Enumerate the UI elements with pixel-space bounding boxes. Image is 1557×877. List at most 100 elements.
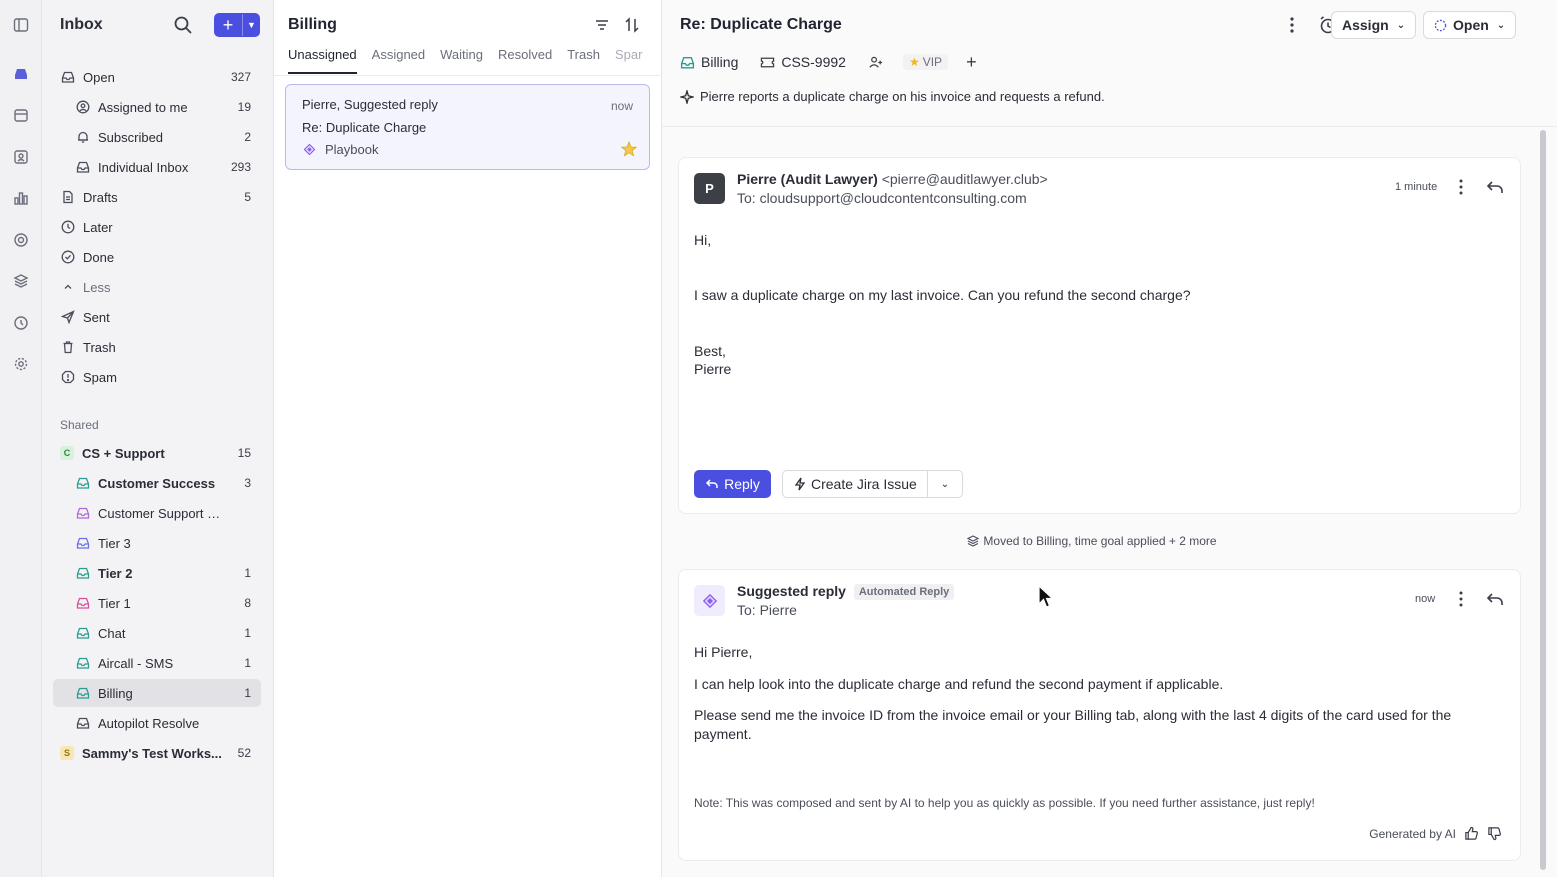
sidebar-item-tier-1[interactable]: Tier 1 8 — [53, 589, 261, 617]
sidebar-item-customer-support-webform[interactable]: Customer Support Webf... — [53, 499, 261, 527]
sidebar-item-sent[interactable]: Sent — [53, 303, 261, 331]
sort-icon[interactable] — [623, 16, 641, 34]
scrollbar[interactable] — [1540, 130, 1546, 870]
message-time: now — [1415, 593, 1436, 605]
add-tag-button[interactable]: + — [966, 52, 977, 73]
contacts-icon[interactable] — [11, 147, 31, 167]
more-options-icon[interactable] — [1284, 16, 1300, 34]
search-icon[interactable] — [173, 15, 193, 35]
calendar-icon[interactable] — [11, 105, 31, 125]
conversation-card[interactable]: Pierre, Suggested reply now Re: Duplicat… — [285, 84, 650, 170]
sidebar-item-less[interactable]: Less — [53, 273, 261, 301]
sidebar-item-spam[interactable]: Spam — [53, 363, 261, 391]
filter-icon[interactable] — [593, 16, 611, 34]
sidebar-item-count: 1 — [244, 686, 251, 700]
message-body-line: Hi, — [694, 232, 712, 248]
inbox-tray-icon — [680, 56, 695, 69]
history-icon[interactable] — [11, 313, 31, 333]
sidebar-item-assigned-to-me[interactable]: Assigned to me 19 — [53, 93, 261, 121]
sidebar-item-done[interactable]: Done — [53, 243, 261, 271]
bell-icon — [75, 129, 91, 145]
avatar: P — [694, 173, 725, 204]
sidebar-item-autopilot-resolve[interactable]: Autopilot Resolve — [53, 709, 261, 737]
meta-ticket[interactable]: CSS-9992 — [760, 54, 846, 70]
message-body-line: Pierre — [694, 361, 732, 377]
tab-resolved[interactable]: Resolved — [498, 47, 552, 74]
inbox-tray-icon — [75, 159, 91, 175]
create-jira-issue-main[interactable]: Create Jira Issue — [783, 471, 928, 497]
tab-trash[interactable]: Trash — [567, 47, 600, 74]
tab-spam[interactable]: Spar — [615, 47, 642, 74]
sender-name: Suggested reply — [737, 583, 846, 599]
sidebar-item-later[interactable]: Later — [53, 213, 261, 241]
layers-icon[interactable] — [11, 271, 31, 291]
sidebar-item-billing[interactable]: Billing 1 — [53, 679, 261, 707]
assign-button[interactable]: Assign ⌄ — [1331, 11, 1417, 39]
ticket-icon — [761, 57, 775, 67]
status-label: Open — [1453, 17, 1489, 33]
compose-button[interactable]: + ▼ — [214, 13, 260, 37]
activity-log[interactable]: Moved to Billing, time goal applied + 2 … — [662, 534, 1522, 548]
add-participant-button[interactable] — [868, 55, 889, 70]
mouse-cursor-icon — [1038, 585, 1054, 608]
sender-name: Pierre (Audit Lawyer) — [737, 171, 878, 187]
thumbs-up-icon[interactable] — [1464, 826, 1479, 841]
sidebar-item-trash[interactable]: Trash — [53, 333, 261, 361]
user-circle-icon — [75, 99, 91, 115]
chevron-down-icon[interactable]: ▼ — [242, 14, 260, 36]
sidebar-item-count: 1 — [244, 656, 251, 670]
divider — [274, 75, 662, 76]
star-icon[interactable] — [621, 141, 637, 157]
toggle-sidebar-icon[interactable] — [11, 15, 31, 35]
sidebar-item-tier-3[interactable]: Tier 3 — [53, 529, 261, 557]
sidebar-workspace-sammys-test[interactable]: S Sammy's Test Works... 52 — [53, 739, 261, 767]
reply-arrow-icon — [706, 479, 718, 488]
ai-summary: Pierre reports a duplicate charge on his… — [680, 89, 1105, 104]
thumbs-down-icon[interactable] — [1487, 826, 1502, 841]
sidebar-item-tier-2[interactable]: Tier 2 1 — [53, 559, 261, 587]
help-icon[interactable] — [11, 230, 31, 250]
sidebar-item-label: Customer Support Webf... — [98, 505, 227, 521]
settings-gear-icon[interactable] — [11, 354, 31, 374]
more-options-icon[interactable] — [1454, 590, 1468, 608]
sidebar-item-drafts[interactable]: Drafts 5 — [53, 183, 261, 211]
sidebar-item-open[interactable]: Open 327 — [53, 63, 261, 91]
divider — [662, 126, 1557, 127]
vip-tag[interactable]: ★ VIP — [902, 54, 949, 70]
meta-inbox[interactable]: Billing — [680, 54, 738, 70]
sidebar-item-label: Subscribed — [98, 129, 164, 145]
tab-unassigned[interactable]: Unassigned — [288, 47, 357, 74]
conversation-time: now — [610, 99, 633, 113]
tab-waiting[interactable]: Waiting — [440, 47, 483, 74]
check-circle-icon — [60, 249, 76, 265]
list-title: Billing — [288, 16, 337, 33]
reply-arrow-icon[interactable] — [1486, 178, 1504, 196]
sidebar-item-label: Sammy's Test Works... — [82, 745, 222, 761]
sidebar-item-aircall-sms[interactable]: Aircall - SMS 1 — [53, 649, 261, 677]
sidebar-item-label: Autopilot Resolve — [98, 715, 200, 731]
sidebar-item-label: Tier 2 — [98, 565, 133, 581]
status-open-button[interactable]: Open ⌄ — [1423, 11, 1517, 39]
sidebar-item-label: Sent — [83, 309, 110, 325]
conversation-detail: Re: Duplicate Charge Assign ⌄ Open ⌄ Bil… — [662, 0, 1557, 877]
sidebar-item-individual-inbox[interactable]: Individual Inbox 293 — [53, 153, 261, 181]
more-options-icon[interactable] — [1454, 178, 1468, 196]
sidebar-workspace-cs-support[interactable]: C CS + Support 15 — [53, 439, 261, 467]
sidebar-item-label: Aircall - SMS — [98, 655, 174, 671]
sidebar-item-chat[interactable]: Chat 1 — [53, 619, 261, 647]
chevron-down-icon[interactable]: ⌄ — [928, 479, 962, 490]
message-body-line: Please send me the invoice ID from the i… — [694, 707, 1452, 723]
app-window: Inbox + ▼ Open 327 Assigned to me 19 Sub… — [0, 0, 1557, 877]
layers-icon — [967, 535, 980, 547]
sidebar-item-customer-success[interactable]: Customer Success 3 — [53, 469, 261, 497]
reply-button[interactable]: Reply — [694, 470, 771, 498]
sidebar-item-subscribed[interactable]: Subscribed 2 — [53, 123, 261, 151]
inbox-icon[interactable] — [11, 64, 31, 84]
create-jira-issue-button[interactable]: Create Jira Issue ⌄ — [782, 470, 963, 498]
analytics-icon[interactable] — [11, 188, 31, 208]
tab-assigned[interactable]: Assigned — [372, 47, 425, 74]
status-tabs: Unassigned Assigned Waiting Resolved Tra… — [288, 47, 657, 75]
workspace-badge: S — [60, 746, 74, 760]
ai-summary-text: Pierre reports a duplicate charge on his… — [700, 89, 1105, 104]
reply-arrow-icon[interactable] — [1486, 590, 1504, 608]
